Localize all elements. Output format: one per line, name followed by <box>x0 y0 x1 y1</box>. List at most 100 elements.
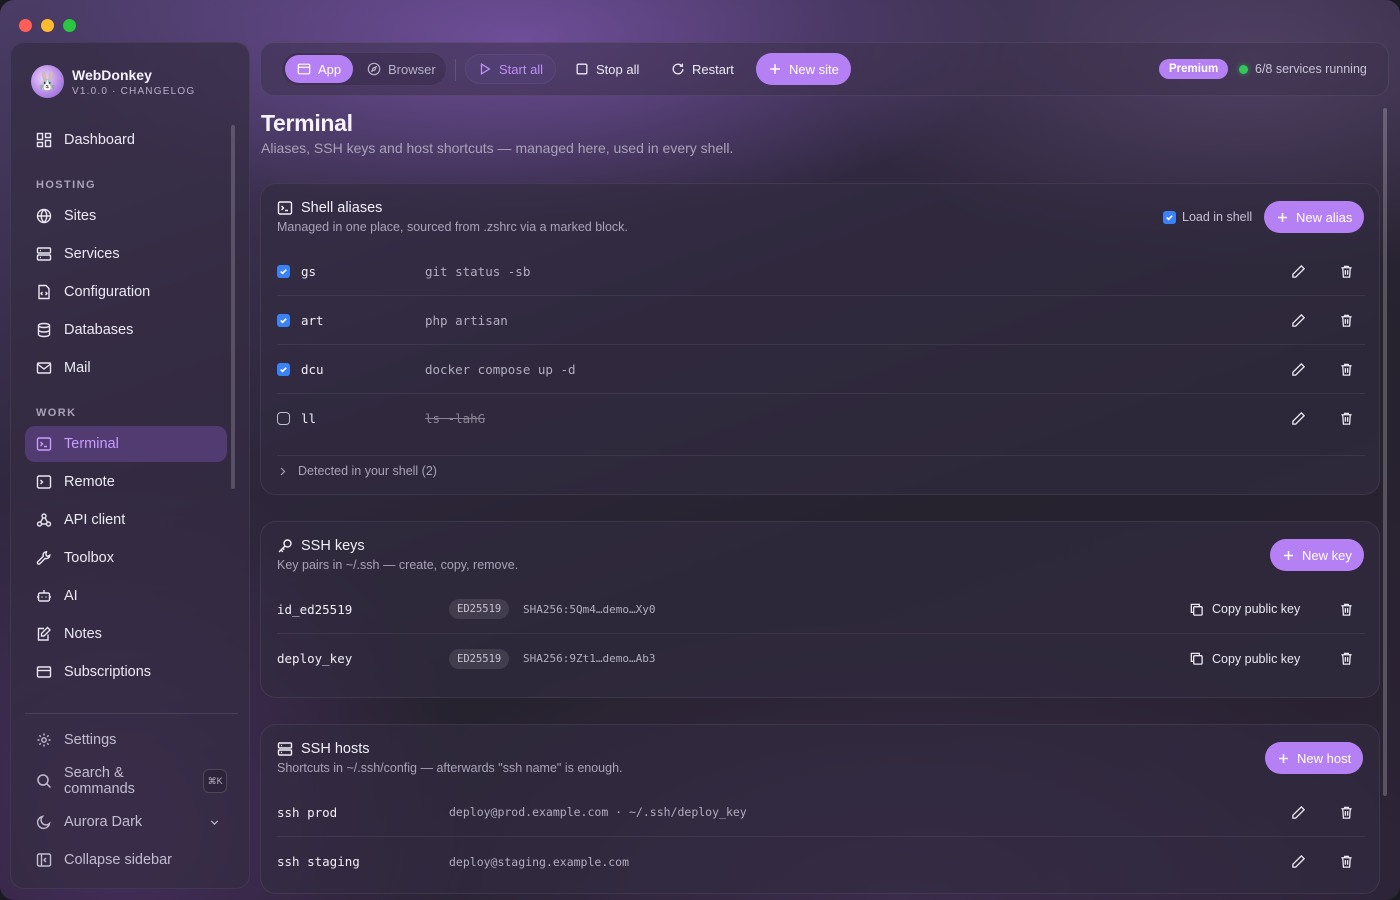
ssh-host-row: ssh staging deploy@staging.example.com <box>277 837 1365 886</box>
sidebar-item-sites[interactable]: Sites <box>25 198 227 234</box>
delete-alias-button[interactable] <box>1337 311 1355 329</box>
sidebar-item-ai[interactable]: AI <box>25 578 227 614</box>
alias-row: ll ls -lahG <box>277 394 1365 443</box>
status-ok-icon <box>1239 64 1248 74</box>
close-window-button[interactable] <box>19 19 32 32</box>
shell-aliases-header: Shell aliases <box>277 200 382 216</box>
delete-alias-button[interactable] <box>1337 410 1355 428</box>
app-version-changelog[interactable]: V1.0.0 · CHANGELOG <box>72 86 195 97</box>
sidebar-item-label: Notes <box>64 626 102 642</box>
sidebar-item-mail[interactable]: Mail <box>25 350 227 386</box>
sidebar: 🐰 WebDonkey V1.0.0 · CHANGELOG Dashboard… <box>10 42 250 889</box>
sidebar-item-search[interactable]: Search & commands ⌘K <box>25 763 227 799</box>
plus-icon <box>1278 212 1287 222</box>
premium-badge[interactable]: Premium <box>1159 59 1229 79</box>
brand[interactable]: 🐰 WebDonkey V1.0.0 · CHANGELOG <box>31 65 195 98</box>
new-site-button[interactable]: New site <box>756 53 851 85</box>
plus-icon <box>1279 753 1288 763</box>
sidebar-item-toolbox[interactable]: Toolbox <box>25 540 227 576</box>
trash-icon <box>1340 412 1352 425</box>
new-site-label: New site <box>789 61 839 77</box>
sidebar-item-terminal[interactable]: Terminal <box>25 426 227 462</box>
pencil-icon <box>1291 854 1305 868</box>
ssh-key-type-badge: ED25519 <box>449 648 510 669</box>
stop-all-button[interactable]: Stop all <box>563 54 651 84</box>
alias-enabled-checkbox[interactable] <box>277 412 290 425</box>
terminal-icon <box>277 201 293 215</box>
delete-key-button[interactable] <box>1337 650 1355 668</box>
new-alias-button[interactable]: New alias <box>1264 201 1365 233</box>
alias-enabled-checkbox[interactable] <box>277 313 290 327</box>
sidebar-item-databases[interactable]: Databases <box>25 312 227 348</box>
restart-button[interactable]: Restart <box>659 54 746 84</box>
delete-alias-button[interactable] <box>1337 262 1355 280</box>
edit-host-button[interactable] <box>1289 853 1307 871</box>
copy-icon <box>1190 603 1203 616</box>
view-browser-label: Browser <box>388 61 436 77</box>
services-status[interactable]: 6/8 services running <box>1239 59 1367 79</box>
alias-enabled-checkbox[interactable] <box>277 362 290 376</box>
moon-icon <box>36 815 51 830</box>
sidebar-item-label: Terminal <box>64 436 119 452</box>
sidebar-item-label: Settings <box>64 732 117 748</box>
new-key-label: New key <box>1302 547 1352 563</box>
sidebar-item-configuration[interactable]: Configuration <box>25 274 227 310</box>
sidebar-scrollbar[interactable] <box>231 125 235 489</box>
load-in-shell-checkbox[interactable] <box>1163 210 1176 224</box>
edit-host-button[interactable] <box>1289 803 1307 821</box>
section-label-hosting: HOSTING <box>36 179 96 191</box>
delete-key-button[interactable] <box>1337 600 1355 618</box>
edit-alias-button[interactable] <box>1289 311 1307 329</box>
check-icon <box>1166 214 1173 220</box>
sidebar-item-dashboard[interactable]: Dashboard <box>25 122 227 158</box>
sidebar-item-services[interactable]: Services <box>25 236 227 272</box>
alias-enabled-checkbox[interactable] <box>277 264 290 278</box>
copy-icon <box>1190 652 1203 665</box>
sidebar-collapse-icon <box>36 853 52 867</box>
plus-icon <box>1284 550 1293 560</box>
detected-in-shell-toggle[interactable]: Detected in your shell (2) <box>277 464 437 478</box>
services-status-text: 6/8 services running <box>1255 62 1367 76</box>
edit-alias-button[interactable] <box>1289 262 1307 280</box>
config-file-icon <box>38 284 50 300</box>
delete-host-button[interactable] <box>1337 803 1355 821</box>
new-host-button[interactable]: New host <box>1265 742 1364 774</box>
gear-icon <box>37 733 51 747</box>
view-app-button[interactable]: App <box>285 55 354 83</box>
start-all-button[interactable]: Start all <box>465 54 557 84</box>
stop-all-label: Stop all <box>596 61 640 77</box>
copy-public-key-button[interactable]: Copy public key <box>1189 602 1300 617</box>
edit-alias-button[interactable] <box>1289 410 1307 428</box>
wrench-icon <box>36 551 51 565</box>
sidebar-item-subscriptions[interactable]: Subscriptions <box>25 654 227 690</box>
copy-public-key-label: Copy public key <box>1212 602 1301 616</box>
edit-alias-button[interactable] <box>1289 360 1307 378</box>
ssh-host-target: deploy@prod.example.com · ~/.ssh/deploy_… <box>449 805 747 819</box>
theme-selector[interactable]: Aurora Dark <box>25 804 227 840</box>
sidebar-item-api-client[interactable]: API client <box>25 502 227 538</box>
main-scrollbar[interactable] <box>1383 108 1387 796</box>
trash-icon <box>1340 652 1352 665</box>
sidebar-item-label: API client <box>64 512 126 528</box>
window-icon <box>297 63 311 75</box>
new-key-button[interactable]: New key <box>1270 539 1364 571</box>
mail-icon <box>36 362 52 374</box>
minimize-window-button[interactable] <box>41 19 54 32</box>
alias-name: gs <box>301 263 317 279</box>
load-in-shell-toggle[interactable]: Load in shell <box>1163 210 1252 224</box>
collapse-sidebar-button[interactable]: Collapse sidebar <box>25 842 227 878</box>
delete-host-button[interactable] <box>1337 853 1355 871</box>
sidebar-item-notes[interactable]: Notes <box>25 616 227 652</box>
sidebar-item-settings[interactable]: Settings <box>25 722 227 758</box>
trash-icon <box>1340 855 1352 868</box>
view-browser-button[interactable]: Browser <box>355 54 448 84</box>
sidebar-item-remote[interactable]: Remote <box>25 464 227 500</box>
maximize-window-button[interactable] <box>63 19 76 32</box>
ssh-key-name: id_ed25519 <box>277 601 353 617</box>
ssh-host-row: ssh prod deploy@prod.example.com · ~/.ss… <box>277 788 1365 837</box>
server-icon <box>36 247 52 261</box>
ssh-host-target: deploy@staging.example.com <box>449 854 630 869</box>
delete-alias-button[interactable] <box>1337 360 1355 378</box>
copy-public-key-button[interactable]: Copy public key <box>1189 651 1300 666</box>
ssh-key-row: deploy_key ED25519 SHA256:9Zt1…demo…Ab3 … <box>277 634 1365 683</box>
